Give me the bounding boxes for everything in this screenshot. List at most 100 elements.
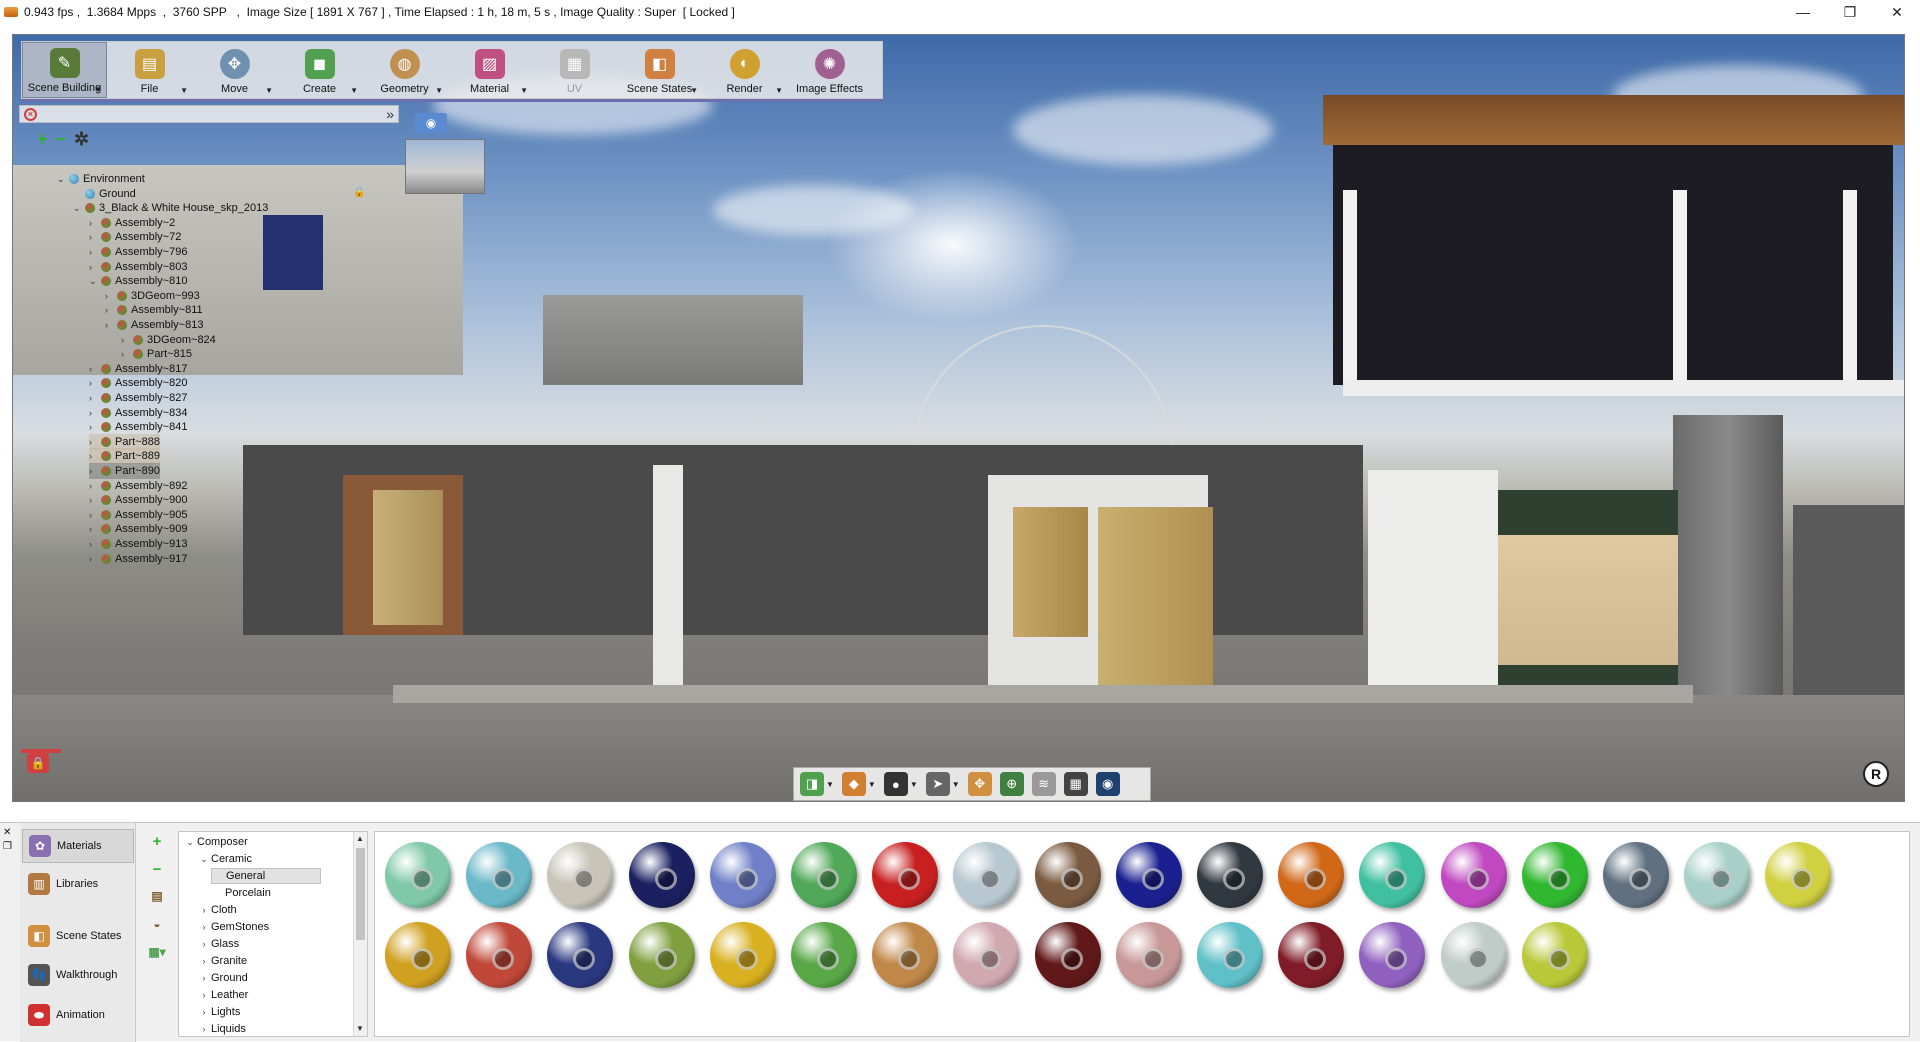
tab-scene-states[interactable]: ◧ Scene States bbox=[22, 919, 134, 953]
material-swatch[interactable] bbox=[872, 842, 939, 908]
material-swatch[interactable] bbox=[1765, 842, 1832, 908]
expander-icon[interactable]: › bbox=[197, 922, 211, 932]
scene-tree-item[interactable]: › Assembly~817 bbox=[89, 361, 187, 377]
scene-tree-item[interactable]: Ground bbox=[73, 186, 136, 202]
scene-tree-item[interactable]: › 3DGeom~993 bbox=[105, 288, 200, 304]
minimize-button[interactable]: — bbox=[1780, 0, 1826, 24]
scene-tree-item[interactable]: › Assembly~900 bbox=[89, 492, 187, 508]
material-swatch[interactable] bbox=[547, 922, 614, 988]
dropdown-arrow-icon[interactable]: ▼ bbox=[265, 86, 273, 95]
expander-icon[interactable]: › bbox=[121, 335, 133, 345]
material-swatch[interactable] bbox=[953, 842, 1020, 908]
scroll-down-icon[interactable]: ▼ bbox=[356, 1024, 364, 1033]
expander-icon[interactable]: › bbox=[89, 408, 101, 418]
library-tree-item[interactable]: › Lights bbox=[197, 1004, 241, 1020]
material-swatch[interactable] bbox=[1440, 922, 1507, 988]
library-icon[interactable]: ◒ bbox=[142, 917, 172, 945]
scene-tree-item[interactable]: › Part~890 bbox=[89, 463, 160, 479]
scene-tree-item[interactable]: › Assembly~827 bbox=[89, 390, 187, 406]
expander-icon[interactable]: › bbox=[197, 1024, 211, 1034]
tab-libraries[interactable]: ▥ Libraries bbox=[22, 867, 134, 901]
library-tree-item[interactable]: ⌄ Ceramic bbox=[197, 851, 252, 867]
scene-tree-item[interactable]: › 3DGeom~824 bbox=[121, 332, 216, 348]
lock-icon[interactable]: 🔒 bbox=[27, 753, 49, 773]
material-swatch[interactable] bbox=[1034, 922, 1101, 988]
scene-tree-item[interactable]: › Assembly~909 bbox=[89, 521, 187, 537]
expander-icon[interactable]: › bbox=[89, 232, 101, 242]
import-icon[interactable]: ▤ bbox=[142, 889, 172, 917]
material-swatch[interactable] bbox=[1359, 842, 1426, 908]
tab-animation[interactable]: ⬬ Animation bbox=[22, 998, 134, 1032]
expander-icon[interactable]: ⌄ bbox=[89, 276, 101, 287]
camera-icon[interactable]: ◉ bbox=[415, 113, 447, 133]
tab-materials[interactable]: ✿ Materials bbox=[22, 829, 134, 863]
scene-tree-item[interactable]: › Assembly~813 bbox=[105, 317, 203, 333]
expander-icon[interactable]: › bbox=[89, 481, 101, 491]
expander-icon[interactable]: › bbox=[197, 973, 211, 983]
material-swatch[interactable] bbox=[1115, 842, 1182, 908]
material-swatch[interactable] bbox=[709, 842, 776, 908]
double-chevron-icon[interactable]: » bbox=[386, 106, 394, 122]
expander-icon[interactable]: › bbox=[105, 305, 117, 315]
scroll-thumb[interactable] bbox=[356, 848, 365, 940]
material-swatch[interactable] bbox=[1521, 842, 1588, 908]
scene-tree-item[interactable]: ⌄ 3_Black & White House_skp_2013 bbox=[73, 200, 268, 216]
library-tree-item[interactable]: › Leather bbox=[197, 987, 249, 1003]
camera-icon[interactable]: ◉ bbox=[1095, 772, 1120, 796]
view-cube-icon[interactable]: ◨ bbox=[800, 772, 824, 796]
float-panel-icon[interactable]: ❐ bbox=[3, 841, 12, 852]
scene-tree-item[interactable]: › Assembly~796 bbox=[89, 244, 187, 260]
material-swatch[interactable] bbox=[628, 922, 695, 988]
expander-icon[interactable]: › bbox=[197, 956, 211, 966]
dropdown-arrow-icon[interactable]: ▼ bbox=[94, 85, 102, 94]
material-swatch[interactable] bbox=[1684, 842, 1751, 908]
expander-icon[interactable]: ⌄ bbox=[57, 174, 69, 185]
dropdown-arrow-icon[interactable]: ▼ bbox=[520, 86, 528, 95]
material-swatch[interactable] bbox=[1603, 842, 1669, 908]
expander-icon[interactable]: › bbox=[89, 437, 101, 447]
scene-tree-item[interactable]: › Assembly~913 bbox=[89, 536, 187, 552]
zoom-icon[interactable]: ⊕ bbox=[999, 772, 1024, 796]
material-swatch[interactable] bbox=[791, 922, 857, 988]
dropdown-arrow-icon[interactable]: ▼ bbox=[350, 86, 358, 95]
material-swatch[interactable] bbox=[872, 922, 939, 988]
material-swatch[interactable] bbox=[547, 842, 614, 908]
library-tree-item[interactable]: › Granite bbox=[197, 953, 248, 969]
library-tree-item[interactable]: › Cloth bbox=[197, 902, 237, 918]
restore-button[interactable]: ❐ bbox=[1827, 0, 1873, 24]
expander-icon[interactable]: › bbox=[89, 422, 101, 432]
scene-tree-item[interactable]: ⌄ Environment bbox=[57, 171, 145, 187]
expander-icon[interactable]: › bbox=[89, 451, 101, 461]
library-tree-item[interactable]: ⌄ Composer bbox=[183, 834, 248, 850]
scene-tree-item[interactable]: › Assembly~892 bbox=[89, 478, 187, 494]
expander-icon[interactable]: › bbox=[89, 378, 101, 388]
expander-icon[interactable]: › bbox=[89, 495, 101, 505]
expander-icon[interactable]: › bbox=[197, 905, 211, 915]
scene-tree-item[interactable]: › Assembly~905 bbox=[89, 507, 187, 523]
grid-move-icon[interactable]: ✥ bbox=[967, 772, 992, 796]
view-options-icon[interactable]: ▦▾ bbox=[142, 945, 172, 973]
dropdown-arrow-icon[interactable]: ▼ bbox=[775, 86, 783, 95]
expander-icon[interactable]: › bbox=[89, 262, 101, 272]
material-swatch[interactable] bbox=[1197, 842, 1263, 908]
expander-icon[interactable]: › bbox=[197, 1007, 211, 1017]
scene-tree-item[interactable]: ⌄ Assembly~810 bbox=[89, 273, 187, 289]
toolbar-material[interactable]: ▨ Material ▼ bbox=[447, 42, 532, 98]
library-tree-item[interactable]: Porcelain bbox=[211, 885, 271, 901]
scroll-up-icon[interactable]: ▲ bbox=[356, 834, 364, 843]
scene-tree-item[interactable]: › Assembly~841 bbox=[89, 419, 187, 435]
dropdown-arrow-icon[interactable]: ▼ bbox=[910, 780, 918, 789]
wifi-icon[interactable]: ≋ bbox=[1031, 772, 1056, 796]
toolbar-image-effects[interactable]: ✺ Image Effects bbox=[787, 42, 872, 98]
camera-thumbnail[interactable] bbox=[405, 139, 485, 194]
settings-icon[interactable]: ✲ bbox=[74, 129, 89, 150]
expander-icon[interactable]: › bbox=[89, 524, 101, 534]
material-swatch[interactable] bbox=[385, 842, 451, 908]
expander-icon[interactable]: › bbox=[89, 539, 101, 549]
expander-icon[interactable]: › bbox=[89, 364, 101, 374]
expander-icon[interactable]: › bbox=[121, 349, 133, 359]
layer-icon[interactable]: ◆ bbox=[841, 772, 866, 796]
remove-material-icon[interactable]: − bbox=[142, 861, 172, 889]
material-swatch[interactable] bbox=[1521, 922, 1588, 988]
scene-tree-item[interactable]: › Assembly~820 bbox=[89, 375, 187, 391]
